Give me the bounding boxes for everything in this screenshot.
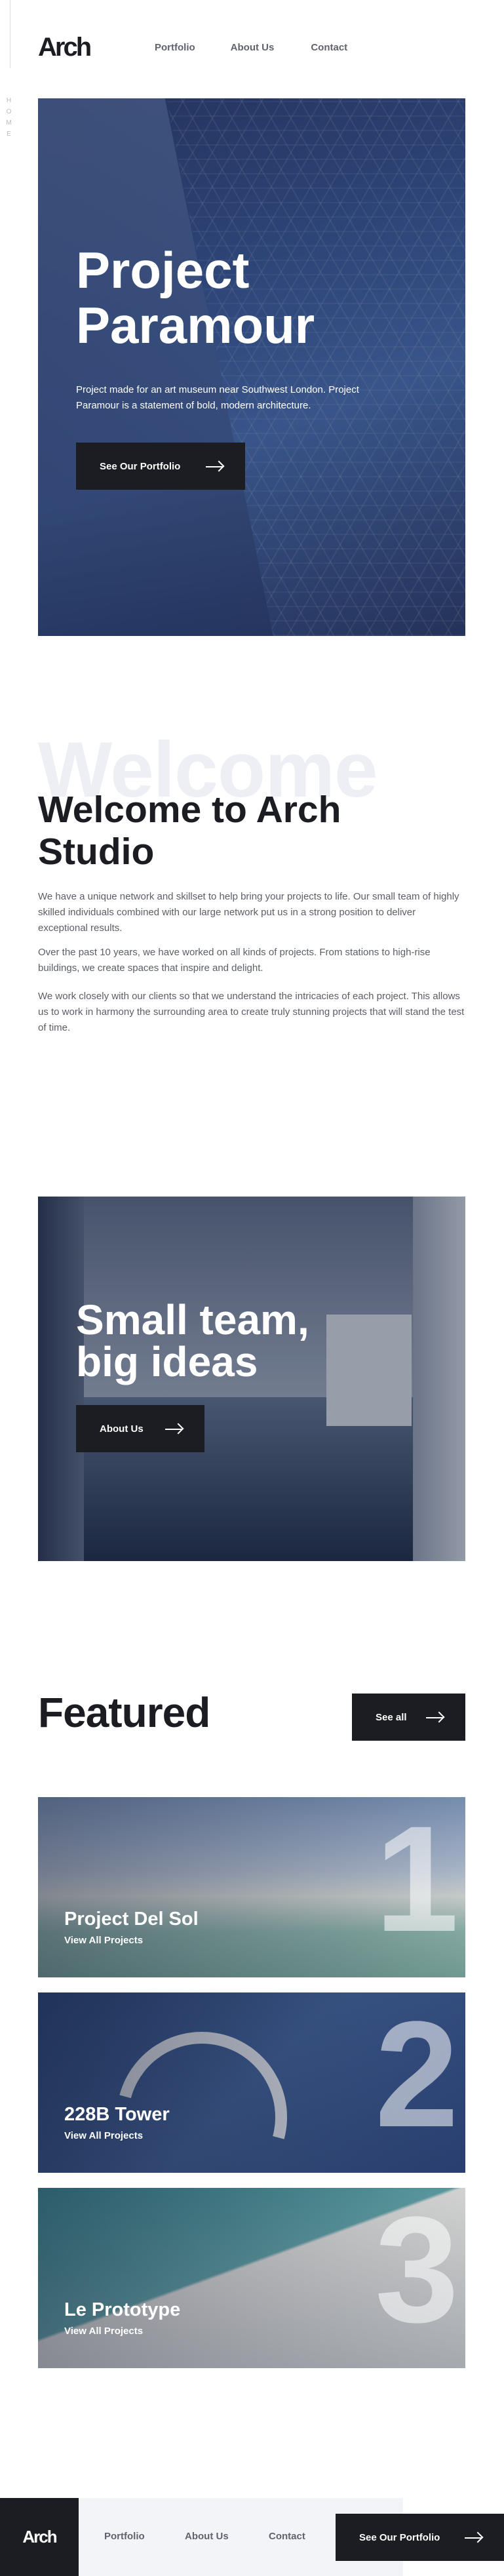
card-title: 228B Tower [64, 2104, 170, 2125]
about-us-button[interactable]: About Us [76, 1405, 204, 1452]
see-all-button[interactable]: See all [352, 1694, 465, 1741]
team-banner: Small team, big ideas About Us [38, 1197, 465, 1561]
card-number: 2 [375, 1992, 459, 2158]
footer-logo[interactable]: Arch [0, 2498, 79, 2576]
footer-nav-about-us[interactable]: About Us [185, 2531, 229, 2542]
see-portfolio-label: See Our Portfolio [100, 460, 181, 472]
nav-contact[interactable]: Contact [311, 42, 347, 53]
arrow-right-icon [206, 466, 223, 467]
hero-overlay [38, 98, 465, 636]
card-link[interactable]: View All Projects [64, 2130, 143, 2141]
arrow-right-icon [165, 1429, 182, 1430]
welcome-paragraph: We work closely with our clients so that… [38, 991, 465, 1033]
home-vertical-label: HOME [5, 97, 12, 142]
card-link[interactable]: View All Projects [64, 1935, 143, 1946]
footer-nav-contact[interactable]: Contact [269, 2531, 305, 2542]
footer-see-portfolio-button[interactable]: See Our Portfolio [336, 2514, 504, 2561]
arrow-right-icon [426, 1717, 443, 1718]
team-title: Small team, big ideas [76, 1296, 309, 1385]
about-us-label: About Us [100, 1423, 144, 1435]
site-header: HOME Arch Portfolio About Us Contact [0, 0, 504, 142]
featured-title: Featured [38, 1689, 210, 1736]
featured-card-le-prototype[interactable]: 3 Le Prototype View All Projects [38, 2188, 465, 2368]
featured-card-project-del-sol[interactable]: 1 Project Del Sol View All Projects [38, 1797, 465, 1977]
arrow-right-icon [465, 2537, 482, 2539]
footer-nav-portfolio[interactable]: Portfolio [104, 2531, 145, 2542]
footer-see-portfolio-label: See Our Portfolio [359, 2531, 440, 2543]
hero-banner: Project Paramour Project made for an art… [38, 98, 465, 636]
hero-title: Project Paramour [76, 241, 315, 354]
card-link[interactable]: View All Projects [64, 2326, 143, 2337]
see-portfolio-button[interactable]: See Our Portfolio [76, 443, 245, 490]
welcome-paragraph: We have a unique network and skillset to… [38, 891, 459, 934]
card-number: 3 [375, 2188, 459, 2354]
featured-card-228b-tower[interactable]: 2 228B Tower View All Projects [38, 1992, 465, 2173]
welcome-title: Welcome to Arch Studio [38, 789, 341, 873]
main-nav: Portfolio About Us Contact [155, 42, 347, 53]
nav-portfolio[interactable]: Portfolio [155, 42, 195, 53]
nav-about-us[interactable]: About Us [231, 42, 275, 53]
logo[interactable]: Arch [38, 33, 92, 62]
welcome-paragraph: Over the past 10 years, we have worked o… [38, 947, 431, 974]
card-title: Project Del Sol [64, 1909, 199, 1930]
card-number: 1 [375, 1797, 459, 1963]
card-title: Le Prototype [64, 2299, 181, 2320]
hero-description: Project made for an art museum near Sout… [76, 384, 359, 411]
see-all-label: See all [376, 1711, 407, 1723]
